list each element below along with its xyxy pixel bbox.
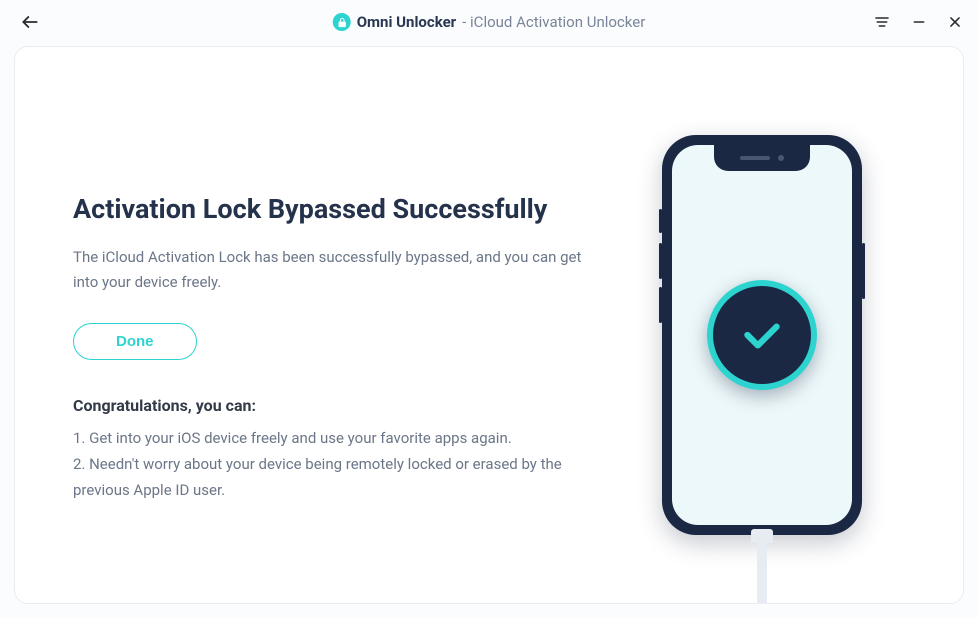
- menu-button[interactable]: [874, 14, 890, 30]
- content-text-area: Activation Lock Bypassed Successfully Th…: [73, 103, 603, 603]
- phone-volume-down: [659, 287, 662, 323]
- phone-mute-switch: [659, 209, 662, 233]
- phone-camera: [778, 155, 784, 161]
- phone-screen: [672, 145, 852, 525]
- back-button[interactable]: [16, 8, 44, 36]
- close-icon: [948, 15, 962, 29]
- page-title: Activation Lock Bypassed Successfully: [73, 193, 603, 225]
- done-button[interactable]: Done: [73, 323, 197, 360]
- titlebar: Omni Unlocker - iCloud Activation Unlock…: [0, 0, 978, 44]
- page-description: The iCloud Activation Lock has been succ…: [73, 245, 583, 295]
- congratulations-item-2: 2. Needn't worry about your device being…: [73, 451, 593, 504]
- close-button[interactable]: [948, 15, 962, 29]
- phone-illustration-area: [603, 103, 921, 603]
- app-logo-icon: [333, 13, 351, 31]
- app-subtitle-label: - iCloud Activation Unlocker: [462, 13, 645, 31]
- phone-illustration: [652, 135, 872, 603]
- congratulations-item-1: 1. Get into your iOS device freely and u…: [73, 425, 593, 451]
- window-controls: [874, 14, 962, 30]
- minimize-icon: [912, 15, 926, 29]
- app-title: Omni Unlocker - iCloud Activation Unlock…: [333, 13, 646, 31]
- phone-speaker: [740, 156, 770, 160]
- phone-power-button: [862, 243, 865, 299]
- success-check-circle: [707, 280, 817, 390]
- phone-body: [662, 135, 862, 535]
- app-name-label: Omni Unlocker: [357, 13, 456, 31]
- minimize-button[interactable]: [912, 15, 926, 29]
- main-panel: Activation Lock Bypassed Successfully Th…: [14, 46, 964, 604]
- phone-volume-up: [659, 243, 662, 279]
- menu-icon: [874, 14, 890, 30]
- back-arrow-icon: [20, 12, 40, 32]
- checkmark-icon: [737, 310, 787, 360]
- phone-notch: [714, 145, 810, 171]
- congratulations-title: Congratulations, you can:: [73, 396, 603, 415]
- usb-cable: [757, 535, 767, 604]
